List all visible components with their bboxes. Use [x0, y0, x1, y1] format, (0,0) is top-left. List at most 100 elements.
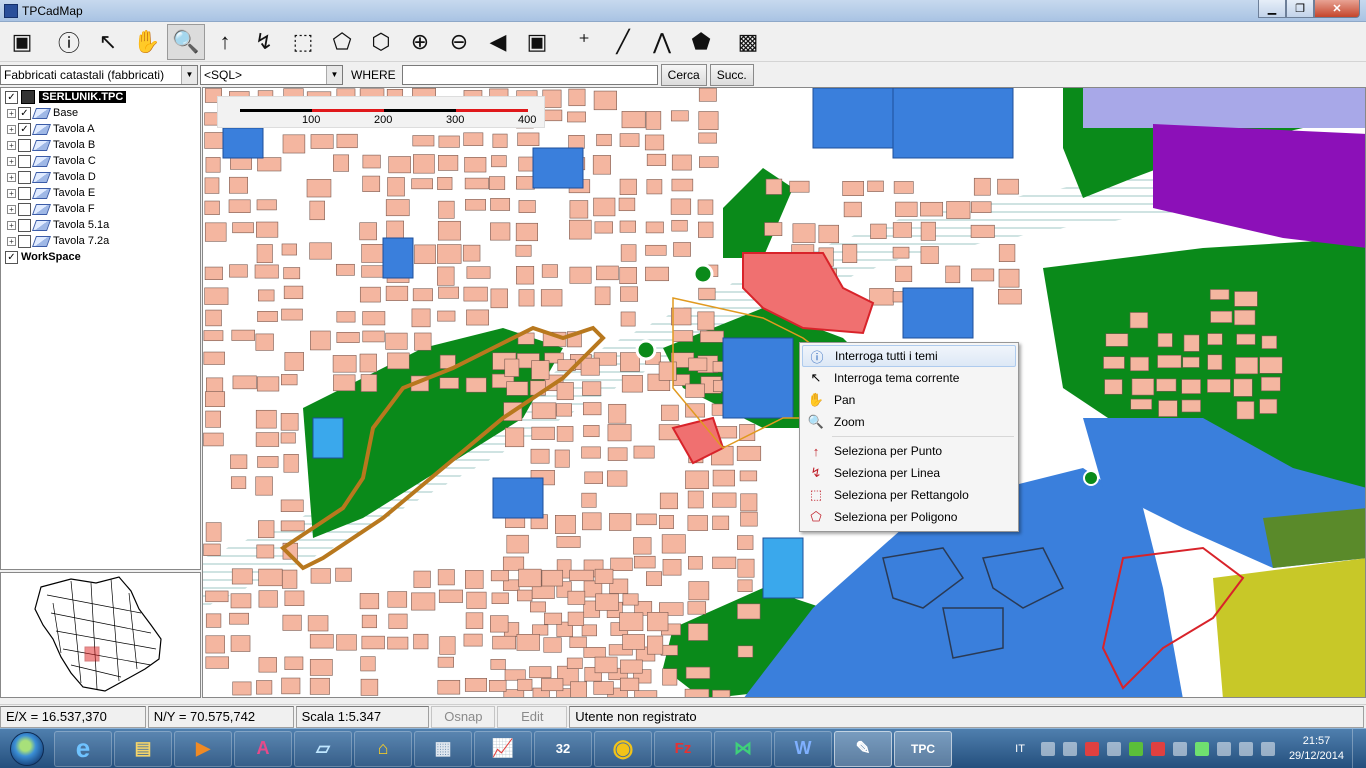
tray-settings-icon[interactable]: [1172, 742, 1187, 756]
root-checkbox[interactable]: ✓: [5, 90, 18, 104]
maximize-button[interactable]: ❐: [1286, 0, 1314, 18]
start-button[interactable]: [0, 729, 54, 768]
open-project-icon[interactable]: ▣: [3, 24, 41, 60]
layer-checkbox[interactable]: [18, 234, 31, 248]
tray-wifi-icon[interactable]: [1194, 742, 1209, 756]
layer-checkbox[interactable]: [18, 186, 31, 200]
map-canvas[interactable]: 100 200 300 400: [202, 87, 1366, 698]
layer-item-tavola-5-1a[interactable]: + Tavola 5.1a: [1, 217, 200, 233]
info-icon[interactable]: ⓘ: [50, 24, 88, 60]
layer-item-tavola-c[interactable]: + Tavola C: [1, 153, 200, 169]
search-button[interactable]: Cerca: [660, 63, 707, 86]
select-polygon-clear-icon[interactable]: ⬡: [362, 24, 400, 60]
select-point-icon[interactable]: ↑: [206, 24, 244, 60]
measure-point-icon[interactable]: ⁺: [565, 24, 603, 60]
measure-polyline-icon[interactable]: ⋀: [643, 24, 681, 60]
menu-item-query-current-theme[interactable]: ↖ Interroga tema corrente: [802, 367, 1016, 389]
show-desktop-button[interactable]: [1352, 729, 1366, 768]
flag-icon[interactable]: [1260, 742, 1275, 756]
tray-update-icon[interactable]: [1150, 742, 1165, 756]
file-explorer-icon[interactable]: ▤: [114, 730, 172, 767]
expand-icon[interactable]: +: [7, 140, 16, 150]
tray-network-app-icon[interactable]: [1106, 742, 1121, 756]
expand-icon[interactable]: +: [7, 156, 16, 166]
layer-checkbox[interactable]: ✓: [18, 122, 31, 136]
gimp-icon[interactable]: ✎: [834, 730, 892, 767]
pan-hand-icon[interactable]: ✋: [128, 24, 166, 60]
sql-select[interactable]: <SQL> ▼: [200, 64, 343, 85]
layer-checkbox[interactable]: [18, 154, 31, 168]
chevron-down-icon[interactable]: ▼: [181, 65, 197, 84]
zoom-previous-icon[interactable]: ◀: [479, 24, 517, 60]
overview-viewport[interactable]: [84, 646, 100, 662]
home-app-icon[interactable]: ⌂: [354, 730, 412, 767]
export-cube-icon[interactable]: ▩: [729, 24, 767, 60]
minimize-button[interactable]: ▁: [1258, 0, 1286, 18]
menu-item-select-by-line[interactable]: ↯ Seleziona per Linea: [802, 462, 1016, 484]
tray-db-icon[interactable]: [1040, 742, 1055, 756]
workspace-checkbox[interactable]: ✓: [5, 250, 18, 264]
layer-select[interactable]: Fabbricati catastali (fabbricati) ▼: [0, 64, 198, 85]
filezilla-icon[interactable]: Fz: [654, 730, 712, 767]
clock[interactable]: 21:57 29/12/2014: [1289, 734, 1344, 764]
tray-device-icon[interactable]: [1216, 742, 1231, 756]
zoom-extent-icon[interactable]: ▣: [518, 24, 556, 60]
edit-button[interactable]: Edit: [497, 705, 568, 728]
layer-checkbox[interactable]: [18, 202, 31, 216]
layer-item-tavola-7-2a[interactable]: + Tavola 7.2a: [1, 233, 200, 249]
menu-item-pan[interactable]: ✋ Pan: [802, 389, 1016, 411]
expand-icon[interactable]: +: [7, 124, 16, 134]
overview-map[interactable]: [0, 572, 201, 698]
measure-area-icon[interactable]: ⬟: [682, 24, 720, 60]
word-icon[interactable]: W: [774, 730, 832, 767]
tpcadmap-icon[interactable]: TPC: [894, 730, 952, 767]
tray-security-icon[interactable]: [1128, 742, 1143, 756]
menu-item-select-by-point[interactable]: ↑ Seleziona per Punto: [802, 440, 1016, 462]
layer-checkbox[interactable]: [18, 218, 31, 232]
calculator-icon[interactable]: ▦: [414, 730, 472, 767]
layer-item-tavola-f[interactable]: + Tavola F: [1, 201, 200, 217]
language-indicator[interactable]: IT: [1015, 743, 1025, 755]
zoom-in-icon[interactable]: ⊕: [401, 24, 439, 60]
menu-item-select-by-polygon[interactable]: ⬠ Seleziona per Poligono: [802, 506, 1016, 528]
layer-item-tavola-d[interactable]: + Tavola D: [1, 169, 200, 185]
layer-item-tavola-a[interactable]: + ✓ Tavola A: [1, 121, 200, 137]
layer-item-tavola-b[interactable]: + Tavola B: [1, 137, 200, 153]
tree-workspace[interactable]: ✓ WorkSpace: [1, 249, 200, 265]
visual-studio-icon[interactable]: ⋈: [714, 730, 772, 767]
expand-icon[interactable]: +: [7, 236, 16, 246]
close-button[interactable]: ✕: [1314, 0, 1360, 18]
expand-icon[interactable]: +: [7, 188, 16, 198]
menu-item-query-all-themes[interactable]: ⓘ Interroga tutti i temi: [802, 345, 1016, 367]
layer-item-base[interactable]: + ✓ Base: [1, 105, 200, 121]
chart-app-icon[interactable]: 📈: [474, 730, 532, 767]
select-line-icon[interactable]: ↯: [245, 24, 283, 60]
select-polygon-icon[interactable]: ⬠: [323, 24, 361, 60]
chrome-icon[interactable]: ◉: [594, 730, 652, 767]
menu-item-zoom[interactable]: 🔍 Zoom: [802, 411, 1016, 433]
media-player-icon[interactable]: ▶: [174, 730, 232, 767]
tray-antivirus-icon[interactable]: [1084, 742, 1099, 756]
layer-checkbox[interactable]: ✓: [18, 106, 31, 120]
zoom-out-icon[interactable]: ⊖: [440, 24, 478, 60]
acrobat-icon[interactable]: A: [234, 730, 292, 767]
tray-media-icon[interactable]: [1062, 742, 1077, 756]
layer-item-tavola-e[interactable]: + Tavola E: [1, 185, 200, 201]
chevron-down-icon[interactable]: ▼: [326, 65, 342, 84]
notepad-icon[interactable]: ▱: [294, 730, 352, 767]
next-button[interactable]: Succ.: [709, 63, 754, 86]
signal-bars-icon[interactable]: [1238, 742, 1253, 756]
expand-icon[interactable]: +: [7, 172, 16, 182]
win32-app-icon[interactable]: 32: [534, 730, 592, 767]
tree-root[interactable]: ✓ SERLUNIK.TPC: [1, 89, 200, 105]
expand-icon[interactable]: +: [7, 220, 16, 230]
arrow-select-icon[interactable]: ↖: [89, 24, 127, 60]
where-input[interactable]: [401, 64, 658, 85]
internet-explorer-icon[interactable]: e: [54, 730, 112, 767]
osnap-button[interactable]: Osnap: [431, 705, 496, 728]
select-rectangle-icon[interactable]: ⬚: [284, 24, 322, 60]
zoom-icon[interactable]: 🔍: [167, 23, 205, 60]
measure-line-icon[interactable]: ╱: [604, 24, 642, 60]
layer-checkbox[interactable]: [18, 138, 31, 152]
expand-icon[interactable]: +: [7, 108, 16, 118]
